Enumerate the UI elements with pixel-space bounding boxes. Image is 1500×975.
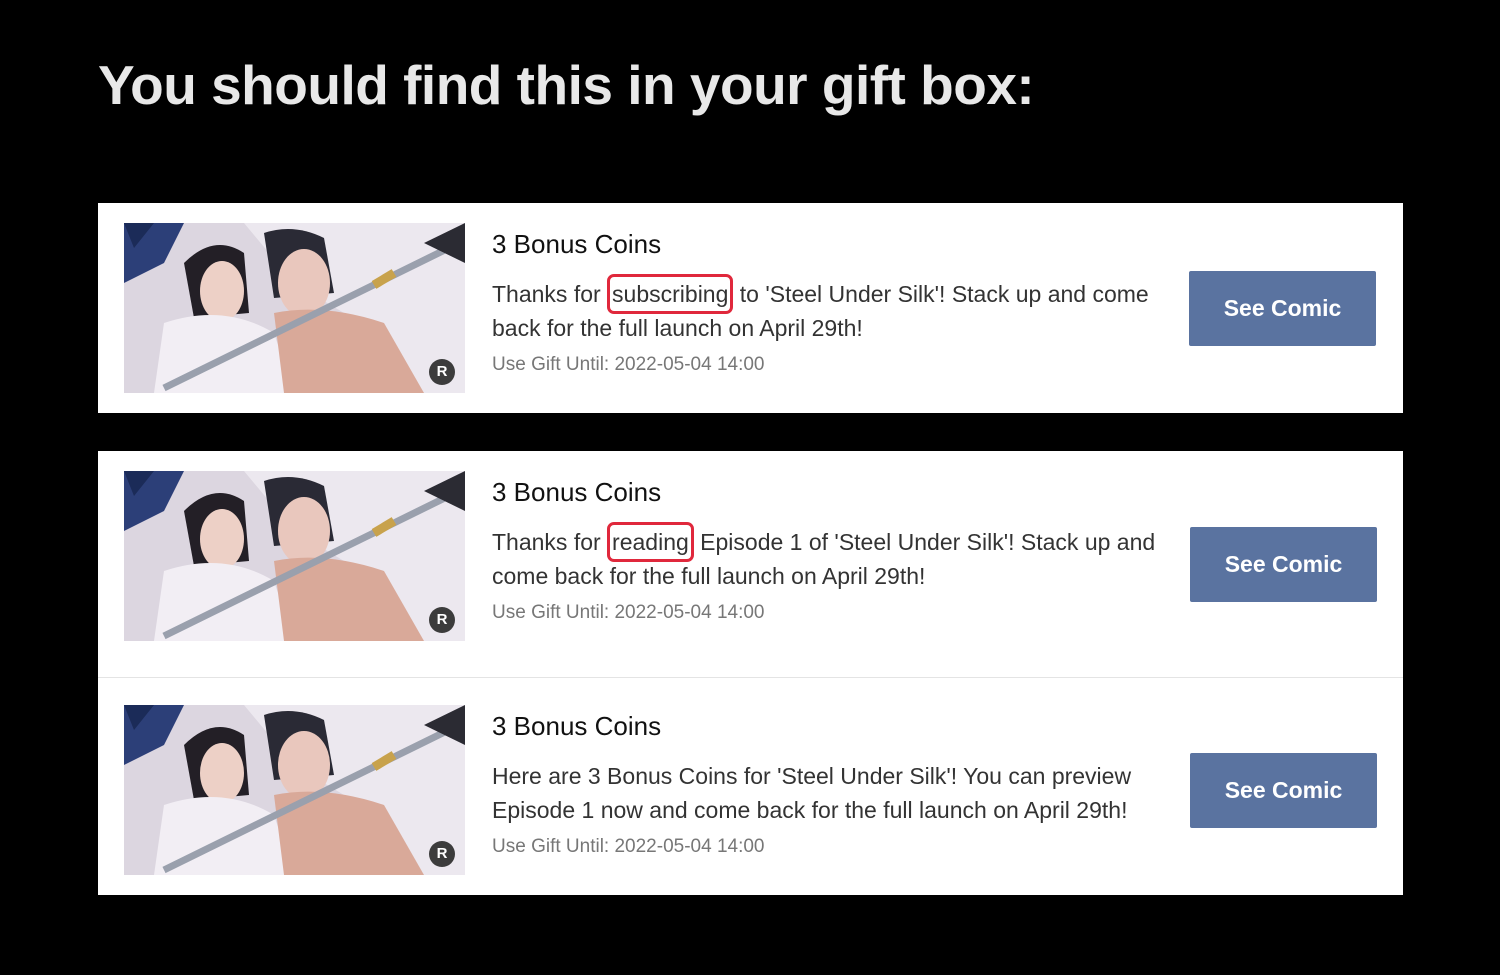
gift-item: R 3 Bonus Coins Here are 3 Bonus Coins f… [98,677,1403,895]
gift-title: 3 Bonus Coins [492,477,662,507]
see-comic-button[interactable]: See Comic [1190,527,1377,602]
gift-message: Here are 3 Bonus Coins for 'Steel Under … [492,763,1132,823]
gift-message: Thanks for subscribing to 'Steel Under S… [492,274,1172,345]
message-text: Thanks for [492,281,608,307]
gift-item: R 3 Bonus Coins Thanks for reading Episo… [98,451,1403,677]
gift-title: 3 Bonus Coins [492,711,662,741]
page-heading: You should find this in your gift box: [98,54,1035,116]
gift-item: R 3 Bonus Coins Thanks for subscribing t… [98,203,1403,413]
comic-cover-image[interactable]: R [124,223,465,393]
gift-panel: R 3 Bonus Coins Thanks for reading Episo… [98,451,1403,895]
message-text: Thanks for [492,529,608,555]
gift-panel: R 3 Bonus Coins Thanks for subscribing t… [98,203,1403,413]
highlighted-word: subscribing [607,274,734,314]
comic-cover-image[interactable]: R [124,705,465,875]
rating-badge: R [429,841,455,867]
rating-badge: R [429,607,455,633]
comic-cover-image[interactable]: R [124,471,465,641]
rating-badge: R [429,359,455,385]
see-comic-button[interactable]: See Comic [1190,753,1377,828]
gift-message: Thanks for reading Episode 1 of 'Steel U… [492,522,1172,593]
gift-title: 3 Bonus Coins [492,229,662,259]
highlighted-word: reading [607,522,694,562]
gift-expiry: Use Gift Until: 2022-05-04 14:00 [492,836,765,857]
gift-expiry: Use Gift Until: 2022-05-04 14:00 [492,354,765,375]
gift-expiry: Use Gift Until: 2022-05-04 14:00 [492,602,765,623]
see-comic-button[interactable]: See Comic [1189,271,1376,346]
